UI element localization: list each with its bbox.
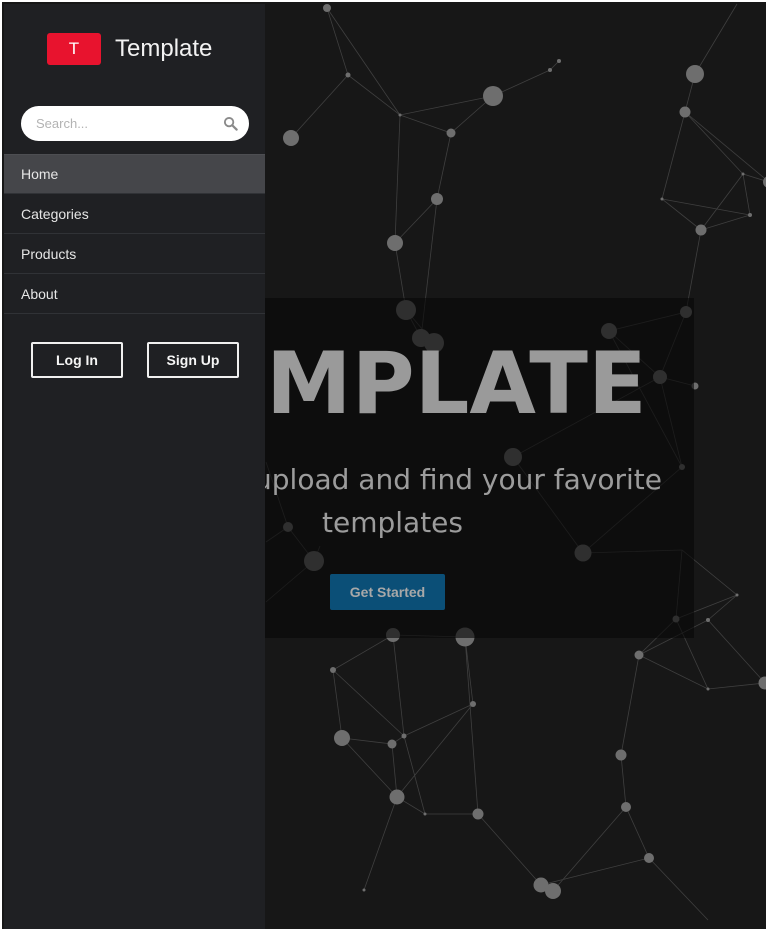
hero-subtitle-line2: templates xyxy=(322,506,463,539)
search-icon[interactable] xyxy=(223,116,238,131)
app-window: MPLATE o upload and find your favorite t… xyxy=(0,0,768,929)
brand-badge: T xyxy=(47,33,101,65)
signup-button[interactable]: Sign Up xyxy=(147,342,239,378)
brand-name: Template xyxy=(115,35,213,62)
auth-buttons: Log In Sign Up xyxy=(31,342,239,378)
hero-title: MPLATE xyxy=(266,334,647,434)
sidebar: T Template Home Categories Products Abou… xyxy=(4,4,265,929)
login-button[interactable]: Log In xyxy=(31,342,123,378)
brand-logo[interactable]: T Template xyxy=(47,33,212,65)
sidebar-nav: Home Categories Products About xyxy=(4,154,265,314)
get-started-button[interactable]: Get Started xyxy=(330,574,445,610)
sidebar-item-products[interactable]: Products xyxy=(4,234,265,274)
sidebar-item-home[interactable]: Home xyxy=(4,154,265,194)
search-input[interactable] xyxy=(36,116,216,131)
search-box xyxy=(21,106,249,141)
sidebar-item-categories[interactable]: Categories xyxy=(4,194,265,234)
sidebar-item-about[interactable]: About xyxy=(4,274,265,314)
